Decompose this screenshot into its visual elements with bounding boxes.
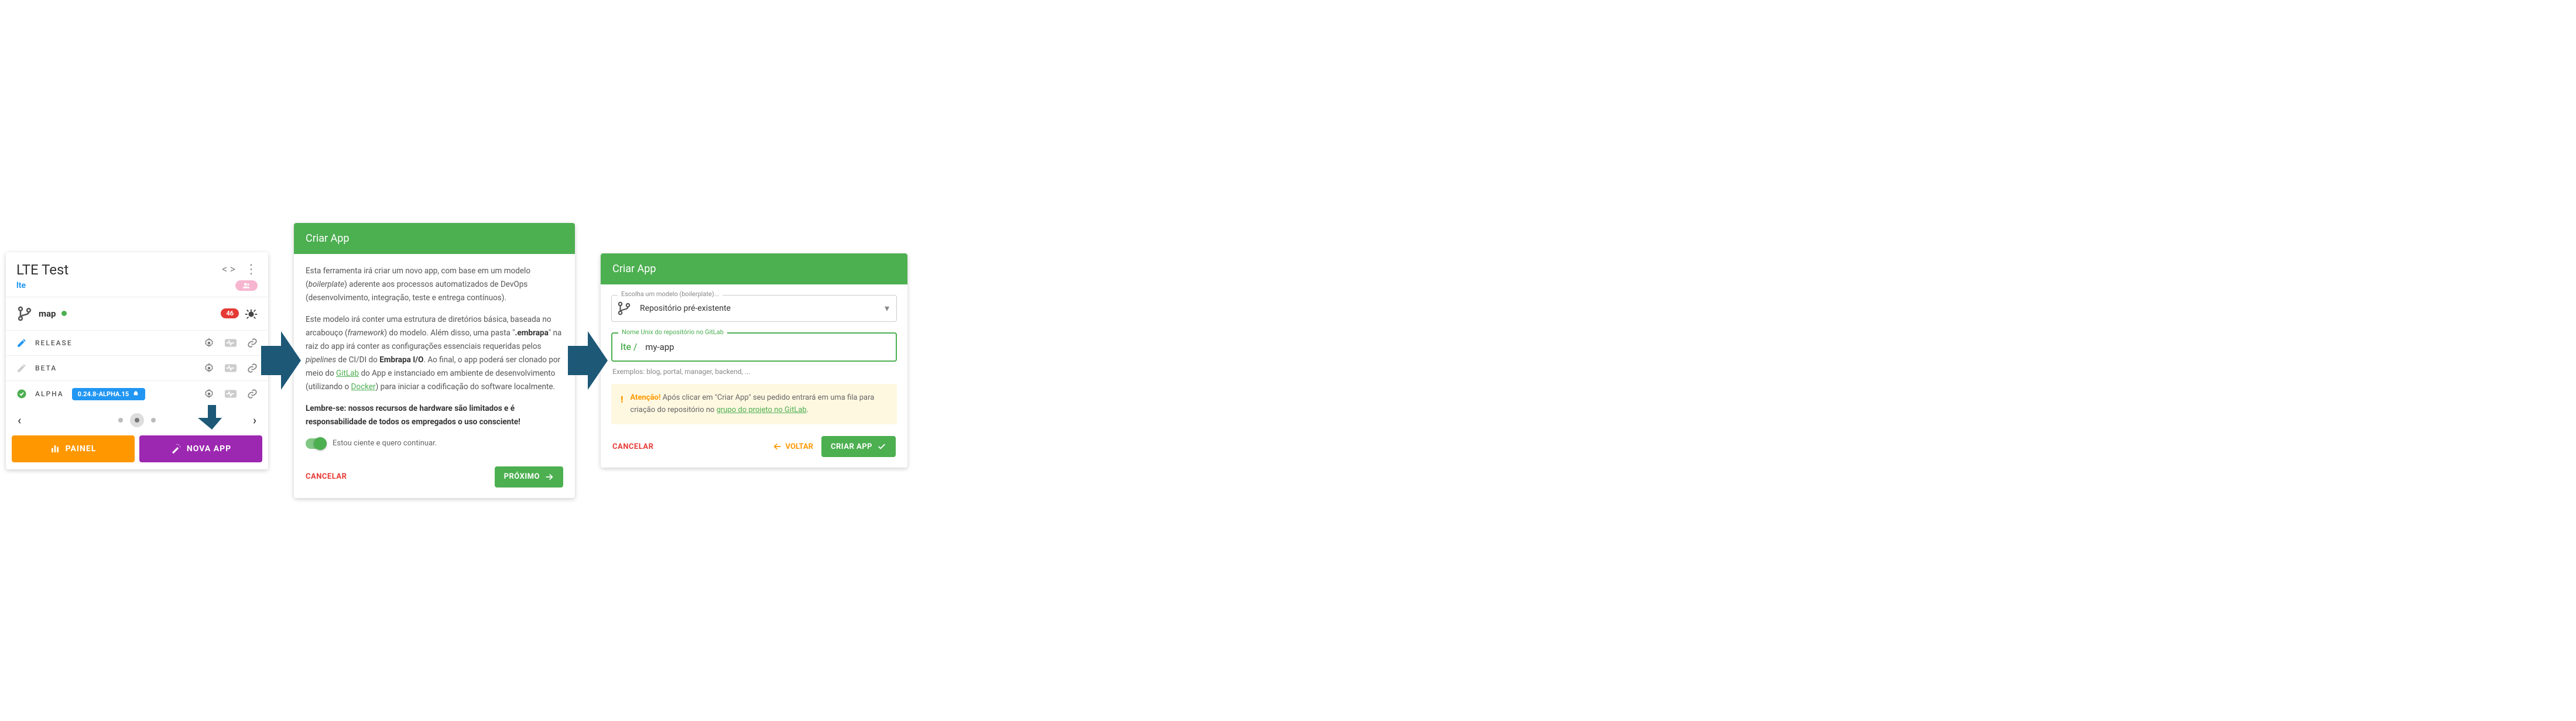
stage-label: RELEASE	[35, 339, 73, 347]
dialog-title: Criar App	[601, 253, 907, 284]
check-badge-icon[interactable]	[16, 389, 27, 399]
card-header: LTE Test < > ⋮ lte	[6, 252, 268, 297]
gear-icon[interactable]	[204, 389, 214, 399]
branch-row: map 46	[6, 297, 268, 330]
activity-icon[interactable]	[225, 363, 237, 373]
chevron-left-icon[interactable]: ‹	[18, 413, 21, 427]
dialog-paragraph: Este modelo irá conter uma estrutura de …	[306, 313, 563, 394]
tutorial-arrow-down-icon	[198, 403, 226, 431]
status-dot-icon	[61, 311, 67, 316]
link-icon[interactable]	[247, 389, 258, 399]
criar-app-dialog-step2: Criar App Escolha um modelo (boilerplate…	[601, 253, 907, 468]
input-prefix: lte /	[617, 341, 637, 352]
dialog-title: Criar App	[294, 223, 575, 254]
activity-icon[interactable]	[225, 389, 237, 399]
branch-name: map	[39, 308, 56, 319]
people-badge[interactable]	[235, 280, 258, 291]
pager-dot[interactable]	[151, 418, 156, 423]
boilerplate-select[interactable]: Escolha um modelo (boilerplate)... Repos…	[611, 295, 897, 322]
stage-row-release: RELEASE	[6, 330, 268, 355]
gear-icon[interactable]	[204, 338, 214, 348]
check-icon	[877, 442, 886, 451]
painel-button[interactable]: PAINEL	[12, 435, 135, 462]
pager-dot[interactable]	[118, 418, 123, 423]
create-app-button[interactable]: CRIAR APP	[821, 436, 896, 457]
docker-link[interactable]: Docker	[351, 382, 376, 392]
nova-app-button-label: NOVA APP	[187, 444, 231, 454]
project-card: LTE Test < > ⋮ lte map 46 RELEASE	[6, 252, 268, 469]
gitlab-link[interactable]: GitLab	[336, 369, 359, 378]
dialog-paragraph: Lembre-se: nossos recursos de hardware s…	[306, 402, 563, 429]
chevron-down-icon: ▾	[885, 303, 889, 314]
pencil-icon[interactable]	[16, 338, 27, 348]
more-vert-icon[interactable]: ⋮	[245, 262, 258, 277]
flow-arrow-icon	[568, 325, 608, 396]
code-icon[interactable]: < >	[222, 262, 235, 277]
back-button-label: VOLTAR	[786, 442, 813, 451]
field-label: Escolha um modelo (boilerplate)...	[618, 290, 722, 298]
stage-row-alpha: ALPHA 0.24.8-ALPHA.15	[6, 380, 268, 407]
pager-dot-active[interactable]	[130, 413, 144, 427]
consent-toggle[interactable]	[306, 438, 326, 449]
help-text: Exemplos: blog, portal, manager, backend…	[612, 368, 896, 376]
link-icon[interactable]	[247, 338, 258, 348]
next-button[interactable]: PRÓXIMO	[495, 466, 563, 487]
select-value: Repositório pré-existente	[638, 297, 879, 320]
people-icon	[241, 281, 252, 290]
next-button-label: PRÓXIMO	[504, 472, 540, 481]
gear-icon[interactable]	[204, 363, 214, 373]
field-label: Nome Unix do repositório no GitLab	[618, 328, 727, 336]
magic-wand-icon	[170, 444, 181, 454]
project-title: LTE Test	[16, 262, 68, 278]
link-icon[interactable]	[247, 363, 258, 373]
version-chip-text: 0.24.8-ALPHA.15	[78, 390, 129, 398]
painel-button-label: PAINEL	[66, 444, 97, 454]
pager-dots	[118, 413, 156, 427]
repo-name-input[interactable]	[643, 335, 889, 359]
git-branch-icon	[616, 301, 632, 316]
chevron-right-icon[interactable]: ›	[253, 413, 256, 427]
gitlab-group-link[interactable]: grupo do projeto no GitLab	[717, 406, 807, 414]
bug-icon[interactable]	[245, 307, 258, 320]
project-slug: lte	[16, 281, 26, 290]
consent-label: Estou ciente e quero continuar.	[333, 437, 437, 450]
stage-label: ALPHA	[35, 390, 64, 398]
cancel-button[interactable]: CANCELAR	[306, 472, 347, 481]
arrow-left-icon	[773, 442, 782, 451]
dashboard-icon	[50, 444, 60, 454]
arrow-right-icon	[544, 472, 554, 482]
stage-row-beta: BETA	[6, 355, 268, 380]
create-app-button-label: CRIAR APP	[831, 442, 872, 451]
warning-box: ! Atenção! Após clicar em "Criar App" se…	[611, 384, 897, 425]
stage-label: BETA	[35, 364, 57, 372]
git-branch-icon	[16, 305, 33, 322]
pencil-icon[interactable]	[16, 363, 27, 373]
cancel-button[interactable]: CANCELAR	[612, 442, 653, 451]
activity-icon[interactable]	[225, 338, 237, 348]
rocket-icon	[132, 390, 139, 397]
criar-app-dialog-step1: Criar App Esta ferramenta irá criar um n…	[294, 223, 575, 497]
back-button[interactable]: VOLTAR	[773, 442, 813, 451]
warning-icon: !	[621, 392, 623, 417]
dialog-paragraph: Esta ferramenta irá criar um novo app, c…	[306, 265, 563, 305]
flow-arrow-icon	[261, 325, 301, 396]
repo-name-input-wrap: Nome Unix do repositório no GitLab lte /	[611, 332, 897, 362]
bug-count-badge[interactable]: 46	[221, 308, 239, 318]
nova-app-button[interactable]: NOVA APP	[139, 435, 262, 462]
pager: ‹ ›	[6, 407, 268, 433]
version-chip[interactable]: 0.24.8-ALPHA.15	[72, 388, 145, 400]
